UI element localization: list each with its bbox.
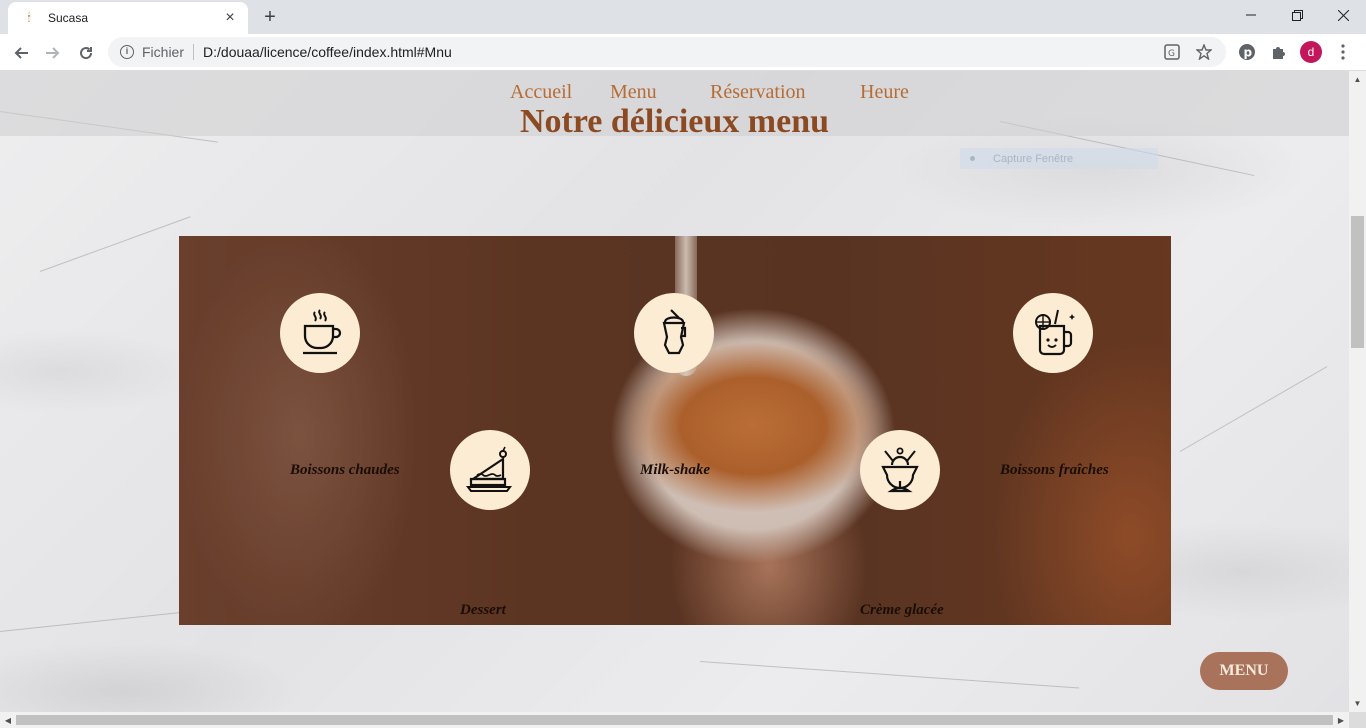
ice-cream-button[interactable] bbox=[860, 430, 940, 510]
nav-link-heure[interactable]: Heure bbox=[860, 81, 909, 104]
cake-slice-icon bbox=[466, 446, 512, 492]
cold-drink-jar-icon bbox=[1035, 309, 1075, 356]
cold-drinks-button[interactable] bbox=[1013, 293, 1093, 373]
restore-icon bbox=[1291, 9, 1303, 21]
milkshake-icon bbox=[662, 309, 687, 355]
horizontal-scroll-thumb[interactable] bbox=[16, 715, 1333, 725]
browser-menu-kebab-icon[interactable] bbox=[1332, 41, 1354, 63]
nav-link-reservation[interactable]: Réservation bbox=[710, 81, 806, 104]
browser-tab[interactable]: 🕯 Sucasa × bbox=[8, 2, 248, 34]
marble-vein bbox=[699, 661, 1080, 689]
arrow-left-icon bbox=[14, 47, 28, 59]
arrow-right-icon bbox=[46, 47, 60, 59]
menu-floating-button[interactable]: MENU bbox=[1200, 652, 1288, 690]
ghost-text: Capture Fenêtre bbox=[993, 152, 1074, 165]
forward-button[interactable] bbox=[40, 40, 66, 66]
omnibox-separator bbox=[193, 44, 195, 60]
dessert-button[interactable] bbox=[450, 430, 530, 510]
pinterest-extension-icon[interactable]: p bbox=[1236, 41, 1258, 63]
category-label-dessert[interactable]: Dessert bbox=[460, 602, 506, 619]
hot-drinks-button[interactable] bbox=[280, 293, 360, 373]
tab-strip: 🕯 Sucasa × + bbox=[0, 0, 1366, 34]
address-bar[interactable]: i Fichier D:/douaa/licence/coffee/index.… bbox=[108, 37, 1226, 67]
url-text[interactable]: D:/douaa/licence/coffee/index.html#Mnu bbox=[203, 44, 1162, 60]
vertical-scrollbar[interactable]: ▲ ▼ bbox=[1349, 71, 1366, 712]
extensions-puzzle-icon[interactable] bbox=[1268, 41, 1290, 63]
nav-link-accueil[interactable]: Accueil bbox=[510, 81, 572, 104]
marble-vein bbox=[39, 216, 191, 272]
close-window-button[interactable] bbox=[1320, 0, 1366, 30]
milkshake-button[interactable] bbox=[634, 293, 714, 373]
marble-vein bbox=[1179, 366, 1328, 452]
back-button[interactable] bbox=[8, 40, 34, 66]
page-title: Notre délicieux menu bbox=[519, 103, 830, 140]
scroll-right-arrow-icon[interactable]: ▶ bbox=[1333, 712, 1349, 728]
category-label-hot-drinks[interactable]: Boissons chaudes bbox=[290, 462, 400, 479]
minimize-icon bbox=[1246, 14, 1256, 16]
ice-cream-sundae-icon bbox=[881, 447, 919, 493]
restore-button[interactable] bbox=[1274, 0, 1320, 30]
tab-title: Sucasa bbox=[48, 11, 89, 25]
nav-link-menu[interactable]: Menu bbox=[610, 81, 657, 104]
horizontal-scrollbar[interactable]: ◀ ▶ bbox=[0, 712, 1349, 728]
reload-button[interactable] bbox=[73, 40, 99, 66]
category-label-ice-cream[interactable]: Crème glacée bbox=[860, 602, 944, 619]
vertical-scroll-thumb[interactable] bbox=[1351, 216, 1364, 348]
hot-coffee-cup-icon bbox=[303, 309, 342, 355]
scrollbar-corner bbox=[1349, 712, 1366, 728]
profile-avatar[interactable]: d bbox=[1300, 41, 1322, 63]
url-scheme-label: Fichier bbox=[142, 44, 185, 60]
close-tab-icon[interactable]: × bbox=[222, 10, 238, 26]
favicon-icon: 🕯 bbox=[27, 12, 31, 24]
category-label-cold-drinks[interactable]: Boissons fraîches bbox=[1000, 462, 1109, 479]
scroll-left-arrow-icon[interactable]: ◀ bbox=[0, 712, 16, 728]
svg-text:G: G bbox=[1168, 49, 1175, 59]
browser-toolbar: i Fichier D:/douaa/licence/coffee/index.… bbox=[0, 34, 1366, 71]
menu-panel: Boissons chaudes Milk-shake Boissons fra… bbox=[179, 236, 1171, 625]
close-icon bbox=[1337, 9, 1349, 21]
category-label-milkshake[interactable]: Milk-shake bbox=[640, 462, 710, 479]
bookmark-star-icon[interactable] bbox=[1194, 42, 1214, 62]
page-viewport: Accueil Menu Réservation Heure Notre dél… bbox=[0, 71, 1349, 712]
svg-text:p: p bbox=[1244, 46, 1253, 60]
site-info-icon[interactable]: i bbox=[120, 45, 134, 59]
new-tab-button[interactable]: + bbox=[258, 6, 282, 28]
minimize-button[interactable] bbox=[1228, 0, 1274, 30]
reload-icon bbox=[80, 47, 93, 60]
bullet-icon bbox=[970, 156, 975, 161]
ghost-capture-overlay: Capture Fenêtre bbox=[960, 148, 1158, 169]
scroll-down-arrow-icon[interactable]: ▼ bbox=[1349, 695, 1366, 712]
scroll-up-arrow-icon[interactable]: ▲ bbox=[1349, 71, 1366, 88]
translate-icon[interactable]: G bbox=[1162, 42, 1182, 62]
